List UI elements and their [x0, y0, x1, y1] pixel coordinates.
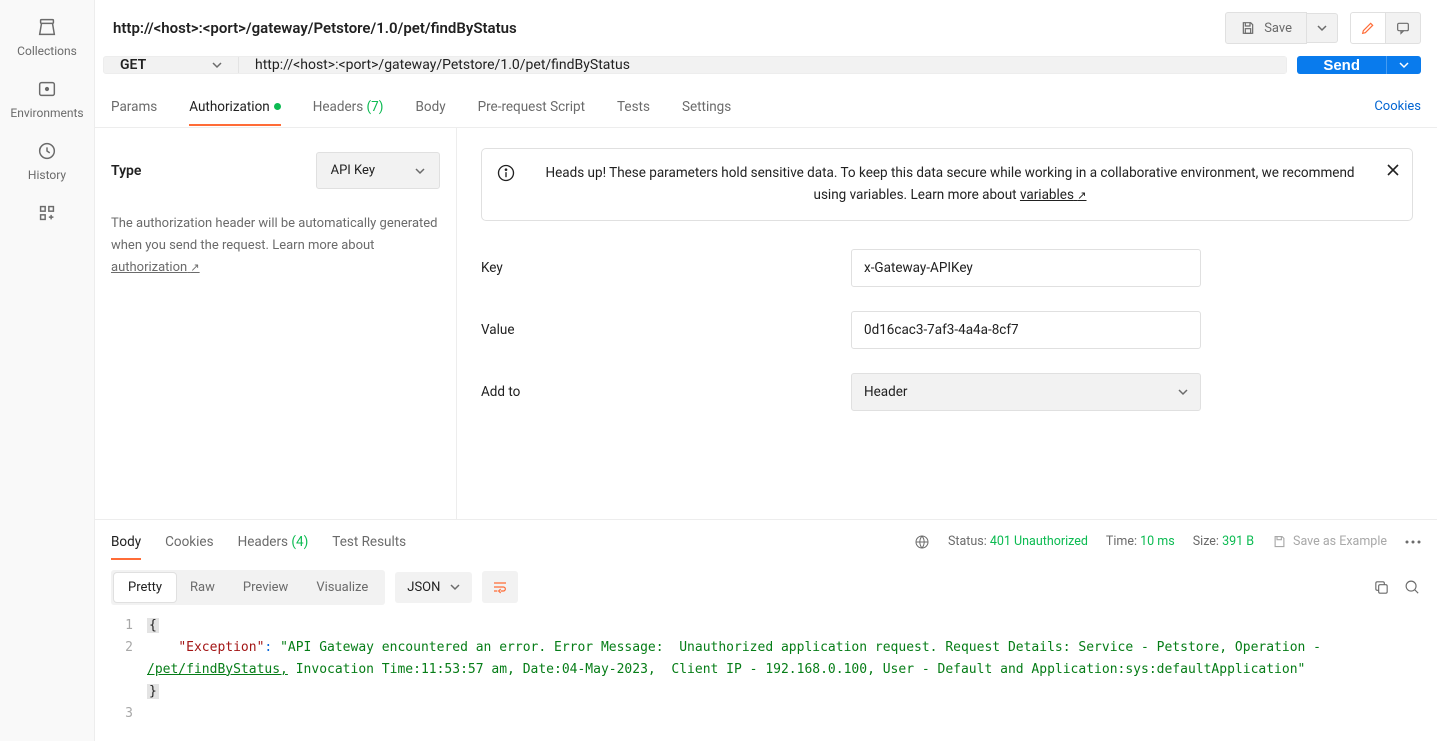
tab-label: Authorization	[189, 99, 269, 115]
key-label: Key	[481, 260, 851, 276]
value-input[interactable]	[851, 311, 1201, 349]
status-value: 401 Unauthorized	[990, 534, 1088, 549]
line-gutter: 123	[95, 615, 147, 725]
tab-params[interactable]: Params	[111, 89, 157, 125]
response-tabs: Body Cookies Headers (4) Test Results St…	[95, 520, 1437, 564]
addto-value: Header	[864, 384, 907, 400]
view-raw[interactable]: Raw	[176, 573, 229, 602]
chevron-down-icon	[1317, 23, 1327, 33]
save-label: Save	[1264, 21, 1292, 36]
chevron-down-icon	[1399, 60, 1409, 70]
auth-description: The authorization header will be automat…	[111, 213, 440, 279]
request-tabs: Params Authorization Headers (7) Body Pr…	[95, 86, 1437, 128]
save-button[interactable]: Save	[1225, 12, 1307, 44]
auth-type-selector[interactable]: API Key	[316, 152, 440, 189]
resp-tab-tests[interactable]: Test Results	[332, 524, 406, 560]
send-button[interactable]: Send	[1297, 56, 1386, 74]
variables-link[interactable]: variables ↗	[1020, 187, 1087, 203]
response-meta: Status: 401 Unauthorized Time: 10 ms Siz…	[914, 534, 1421, 550]
key-input[interactable]	[851, 249, 1201, 287]
tab-body[interactable]: Body	[415, 89, 445, 125]
environments-icon	[36, 78, 58, 100]
tab-label: Headers	[238, 534, 288, 550]
dots-icon	[1405, 540, 1421, 544]
response-panel: Body Cookies Headers (4) Test Results St…	[95, 519, 1437, 741]
code-content[interactable]: { "Exception": "API Gateway encountered …	[147, 615, 1437, 725]
view-options-row: Pretty Raw Preview Visualize JSON	[95, 564, 1437, 611]
save-icon	[1240, 20, 1256, 36]
size-value: 391 B	[1222, 534, 1254, 549]
auth-right-panel: Heads up! These parameters hold sensitiv…	[457, 128, 1437, 519]
resp-tab-headers[interactable]: Headers (4)	[238, 524, 309, 560]
comments-button[interactable]	[1386, 12, 1421, 44]
tab-authorization[interactable]: Authorization	[189, 89, 280, 125]
chevron-down-icon	[212, 60, 222, 70]
pencil-icon	[1360, 20, 1376, 36]
sidebar-label: Collections	[17, 44, 77, 58]
method-selector[interactable]: GET	[104, 57, 239, 73]
tab-settings[interactable]: Settings	[682, 89, 731, 125]
tab-headers[interactable]: Headers (7)	[313, 89, 384, 125]
more-options-button[interactable]	[1405, 540, 1421, 544]
resp-tab-cookies[interactable]: Cookies	[165, 524, 213, 560]
chevron-down-icon	[415, 166, 425, 176]
sidebar-item-history[interactable]: History	[28, 140, 66, 182]
view-pretty[interactable]: Pretty	[114, 573, 176, 602]
save-icon	[1272, 534, 1287, 549]
addto-label: Add to	[481, 384, 851, 400]
format-selector[interactable]: JSON	[395, 572, 472, 603]
sidebar-item-more[interactable]	[36, 202, 58, 224]
chevron-down-icon	[450, 582, 460, 592]
globe-icon[interactable]	[914, 534, 930, 550]
view-preview[interactable]: Preview	[229, 573, 302, 602]
banner-close-button[interactable]	[1386, 163, 1400, 177]
info-banner: Heads up! These parameters hold sensitiv…	[481, 148, 1413, 221]
main-panel: http://<host>:<port>/gateway/Petstore/1.…	[95, 0, 1437, 741]
auth-type-label: Type	[111, 163, 141, 179]
headers-count: (7)	[367, 99, 384, 115]
authorization-link[interactable]: authorization ↗	[111, 260, 200, 275]
info-icon	[496, 163, 516, 183]
close-icon	[1386, 163, 1400, 177]
response-body: 123 { "Exception": "API Gateway encounte…	[95, 611, 1437, 741]
topbar: http://<host>:<port>/gateway/Petstore/1.…	[95, 0, 1437, 56]
search-icon[interactable]	[1404, 579, 1421, 596]
view-visualize[interactable]: Visualize	[302, 573, 382, 602]
save-as-example[interactable]: Save as Example	[1272, 534, 1387, 549]
value-label: Value	[481, 322, 851, 338]
sidebar-item-environments[interactable]: Environments	[10, 78, 83, 120]
edit-button[interactable]	[1350, 12, 1386, 44]
copy-icon[interactable]	[1373, 579, 1390, 596]
url-input[interactable]: http://<host>:<port>/gateway/Petstore/1.…	[239, 57, 1286, 73]
active-dot-icon	[274, 103, 281, 110]
chevron-down-icon	[1178, 387, 1188, 397]
time-value: 10 ms	[1140, 534, 1175, 549]
sidebar-label: History	[28, 168, 66, 182]
format-value: JSON	[407, 580, 440, 595]
wrap-icon	[492, 579, 508, 595]
resp-headers-count: (4)	[291, 534, 308, 550]
tab-label: Headers	[313, 99, 363, 115]
wrap-lines-button[interactable]	[482, 571, 518, 603]
sidebar-label: Environments	[10, 106, 83, 120]
save-dropdown[interactable]	[1307, 13, 1338, 43]
request-title: http://<host>:<port>/gateway/Petstore/1.…	[113, 19, 1213, 37]
collections-icon	[36, 16, 58, 38]
tab-prerequest[interactable]: Pre-request Script	[478, 89, 585, 125]
comment-icon	[1395, 20, 1411, 36]
method-value: GET	[120, 57, 146, 73]
url-row: GET http://<host>:<port>/gateway/Petstor…	[95, 56, 1437, 86]
grid-plus-icon	[36, 202, 58, 224]
sidebar-item-collections[interactable]: Collections	[17, 16, 77, 58]
history-icon	[36, 140, 58, 162]
send-dropdown[interactable]	[1386, 56, 1421, 74]
auth-type-value: API Key	[331, 163, 375, 178]
addto-selector[interactable]: Header	[851, 373, 1201, 411]
left-sidebar: Collections Environments History	[0, 0, 95, 741]
tab-tests[interactable]: Tests	[617, 89, 650, 125]
banner-text: Heads up! These parameters hold sensitiv…	[545, 165, 1354, 203]
auth-left-panel: Type API Key The authorization header wi…	[95, 128, 457, 519]
resp-tab-body[interactable]: Body	[111, 524, 141, 560]
cookies-link[interactable]: Cookies	[1374, 99, 1421, 114]
